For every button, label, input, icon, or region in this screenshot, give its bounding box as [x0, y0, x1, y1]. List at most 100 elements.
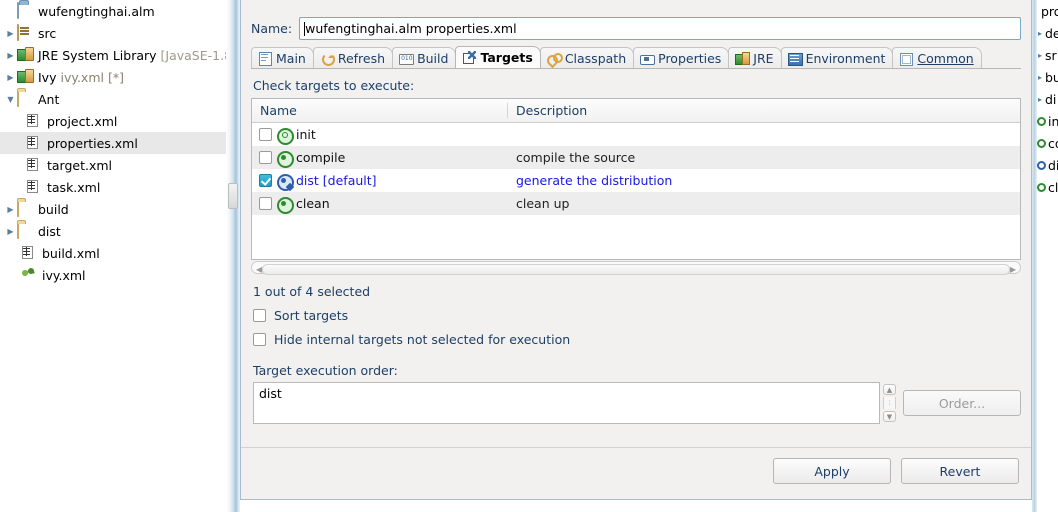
table-row[interactable]: compile compile the source — [252, 146, 1020, 169]
ant-file-icon — [26, 157, 44, 173]
scrollbar-track[interactable]: ◀ ▶ — [251, 261, 1021, 275]
tab-label: Targets — [480, 50, 533, 65]
row-name-cell[interactable]: init — [252, 127, 508, 145]
targets-tab-panel: Check targets to execute: Name Descripti… — [251, 69, 1021, 424]
scrollbar-thumb[interactable] — [262, 264, 1010, 275]
row-checkbox[interactable] — [259, 174, 272, 187]
project-explorer-tree[interactable]: ▶ wufengtinghai.alm ▶ src ▶ JRE System L… — [0, 0, 226, 512]
column-header-description[interactable]: Description — [508, 103, 587, 118]
tree-item-build-folder[interactable]: ▶ build — [0, 198, 226, 220]
name-input-value: wufengtinghai.alm properties.xml — [305, 21, 517, 36]
tab-jre[interactable]: JRE — [728, 47, 782, 68]
twisty-icon[interactable]: ▼ — [4, 88, 17, 110]
tree-item-project-xml[interactable]: project.xml — [0, 110, 226, 132]
execution-order-label: Target execution order: — [253, 363, 398, 378]
revert-button[interactable]: Revert — [901, 458, 1019, 484]
tree-item-properties-xml[interactable]: properties.xml — [0, 132, 226, 154]
order-spinner[interactable]: ▲ ⋮ ▼ — [882, 382, 897, 424]
tree-item-ivy-xml[interactable]: ivy.xml — [0, 264, 226, 286]
tree-item-label: wufengtinghai.alm — [38, 3, 155, 19]
ant-view-item-label: sr — [1045, 47, 1057, 63]
targets-table-hscrollbar[interactable]: ◀ ▶ — [251, 260, 1021, 276]
ant-view-item-label: in — [1048, 113, 1058, 129]
targets-table[interactable]: Name Description init compile compile th… — [251, 98, 1021, 260]
target-name: init — [296, 127, 316, 142]
execution-order-list[interactable]: dist — [253, 382, 880, 424]
tab-targets[interactable]: Targets — [455, 46, 541, 68]
scroll-right-icon[interactable]: ▶ — [1010, 265, 1016, 274]
panel-sash-divider[interactable] — [226, 0, 240, 512]
targets-table-header: Name Description — [252, 99, 1020, 123]
tree-item-project[interactable]: ▶ wufengtinghai.alm — [0, 0, 226, 22]
tree-item-dist-folder[interactable]: ▶ dist — [0, 220, 226, 242]
apply-button[interactable]: Apply — [773, 458, 891, 484]
chevron-right-icon[interactable]: ▸ — [1038, 73, 1045, 82]
row-description-cell: generate the distribution — [516, 173, 673, 188]
twisty-icon[interactable]: ▶ — [4, 198, 17, 220]
tab-refresh[interactable]: Refresh — [312, 47, 394, 68]
jre-tab-icon — [735, 51, 751, 65]
tree-item-jre-system-library[interactable]: ▶ JRE System Library [JavaSE-1.8 — [0, 44, 226, 66]
ant-view-panel[interactable]: pro ▸ de ▸ sr ▸ bu ▸ di in co di — [1032, 0, 1058, 512]
column-header-name[interactable]: Name — [252, 103, 508, 118]
tab-main[interactable]: Main — [251, 47, 314, 68]
tree-item-label: Ivy ivy.xml [*] — [38, 69, 124, 85]
table-row[interactable]: init — [252, 123, 1020, 146]
hide-internal-targets-checkbox[interactable] — [253, 333, 266, 346]
tab-common[interactable]: Common — [892, 47, 982, 68]
tree-item-ivy-library[interactable]: ▶ Ivy ivy.xml [*] — [0, 66, 226, 88]
tab-label: Environment — [805, 50, 886, 66]
target-icon — [277, 150, 294, 168]
row-name-cell[interactable]: dist [default] — [252, 173, 508, 191]
twisty-icon[interactable]: ▶ — [4, 220, 17, 242]
table-row[interactable]: clean clean up — [252, 192, 1020, 215]
twisty-icon[interactable]: ▶ — [4, 66, 17, 88]
tree-item-label: src — [38, 25, 57, 41]
order-button[interactable]: Order... — [903, 390, 1021, 416]
row-checkbox[interactable] — [259, 128, 272, 141]
ant-view-item-label: de — [1045, 25, 1058, 41]
table-row[interactable]: dist [default] generate the distribution — [252, 169, 1020, 192]
row-checkbox[interactable] — [259, 197, 272, 210]
tree-item-label: JRE System Library [JavaSE-1.8 — [38, 47, 226, 63]
chevron-right-icon[interactable]: ▸ — [1038, 29, 1045, 38]
ant-view-item-label: di — [1045, 91, 1057, 107]
sort-targets-row[interactable]: Sort targets — [253, 308, 1021, 323]
configuration-tabs[interactable]: Main Refresh Build Targets Classpath — [251, 46, 1021, 69]
hide-internal-targets-row[interactable]: Hide internal targets not selected for e… — [253, 332, 1021, 347]
twisty-icon[interactable]: ▶ — [4, 22, 17, 44]
library-icon — [17, 47, 35, 63]
twisty-icon[interactable]: ▶ — [4, 44, 17, 66]
tree-item-task-xml[interactable]: task.xml — [0, 176, 226, 198]
source-folder-icon — [17, 24, 35, 41]
row-description-cell: clean up — [516, 196, 570, 211]
tree-item-src[interactable]: ▶ src — [0, 22, 226, 44]
tree-item-target-xml[interactable]: target.xml — [0, 154, 226, 176]
spinner-up-icon[interactable]: ▲ — [883, 384, 896, 395]
sash-grip[interactable] — [228, 183, 238, 209]
spinner-middle: ⋮ — [883, 397, 896, 409]
default-target-icon — [1037, 160, 1046, 170]
build-tab-icon — [399, 52, 415, 65]
tab-properties[interactable]: Properties — [633, 47, 730, 68]
tab-label: Refresh — [337, 50, 386, 66]
ant-view-item-label: co — [1048, 135, 1058, 151]
library-icon — [17, 69, 35, 85]
row-name-cell[interactable]: compile — [252, 150, 508, 168]
row-name-cell[interactable]: clean — [252, 196, 508, 214]
tab-classpath[interactable]: Classpath — [539, 47, 635, 68]
dialog-footer: Apply Revert — [241, 447, 1031, 499]
ant-file-icon — [21, 245, 39, 261]
tree-item-ant-folder[interactable]: ▼ Ant — [0, 88, 226, 110]
spinner-down-icon[interactable]: ▼ — [883, 411, 896, 422]
tab-build[interactable]: Build — [392, 47, 457, 68]
name-input[interactable]: wufengtinghai.alm properties.xml — [299, 17, 1021, 40]
refresh-tab-icon — [320, 52, 335, 66]
sort-targets-checkbox[interactable] — [253, 309, 266, 322]
row-checkbox[interactable] — [259, 151, 272, 164]
target-icon — [1037, 138, 1046, 148]
tree-item-build-xml[interactable]: build.xml — [0, 242, 226, 264]
chevron-right-icon[interactable]: ▸ — [1038, 95, 1045, 104]
chevron-right-icon[interactable]: ▸ — [1038, 51, 1045, 60]
tab-environment[interactable]: Environment — [780, 47, 894, 68]
